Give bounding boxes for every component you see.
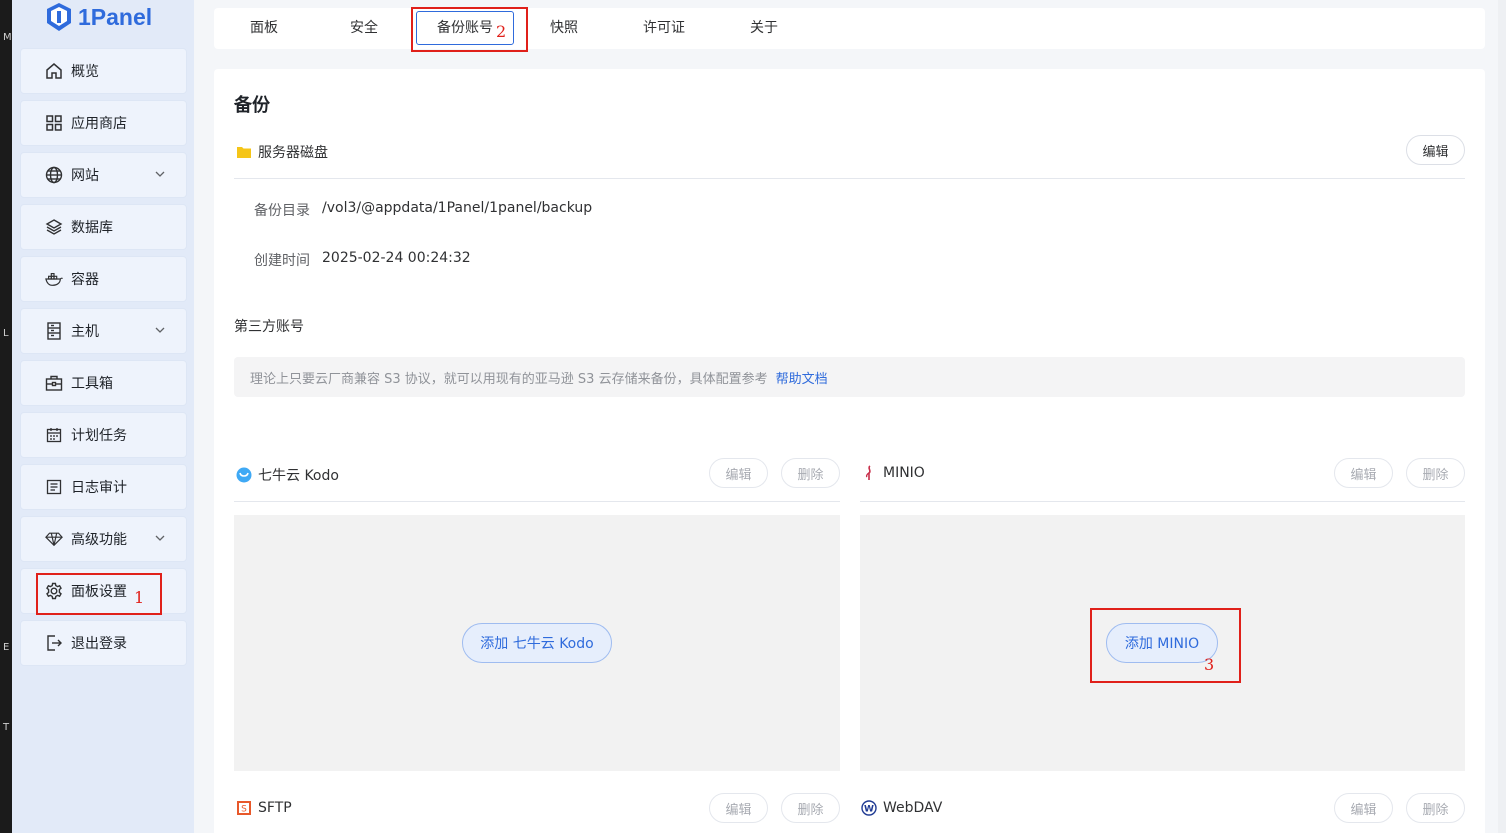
folder-icon	[236, 144, 252, 160]
sidebar-item-cron-jobs[interactable]: 计划任务	[20, 412, 187, 458]
logo-text: 1Panel	[78, 3, 153, 30]
server-icon	[45, 322, 63, 340]
webdav-delete-button[interactable]: 删除	[1406, 793, 1465, 823]
sidebar-item-toolbox[interactable]: 工具箱	[20, 360, 187, 406]
sidebar-item-app-store[interactable]: 应用商店	[20, 100, 187, 146]
server-disk-edit-button[interactable]: 编辑	[1406, 135, 1465, 165]
chevron-down-icon	[154, 532, 166, 548]
kodo-delete-button[interactable]: 删除	[781, 458, 840, 488]
strip-char: E	[3, 642, 10, 653]
sidebar-item-label: 概览	[71, 64, 99, 80]
annotation-box	[411, 7, 528, 52]
notice-text: 理论上只要云厂商兼容 S3 协议，就可以用现有的亚马逊 S3 云存储来备份，具体…	[250, 371, 768, 387]
sidebar-item-logout[interactable]: 退出登录	[20, 620, 187, 666]
webdav-edit-button[interactable]: 编辑	[1334, 793, 1393, 823]
logo[interactable]: 1Panel	[46, 0, 152, 34]
divider	[234, 178, 1465, 179]
sidebar-item-label: 网站	[71, 168, 99, 184]
minio-delete-button[interactable]: 删除	[1406, 458, 1465, 488]
sidebar-item-host[interactable]: 主机	[20, 308, 187, 354]
sidebar-item-label: 日志审计	[71, 480, 127, 496]
layers-icon	[45, 218, 63, 236]
sidebar-item-label: 容器	[71, 272, 99, 288]
sidebar-item-label: 工具箱	[71, 376, 113, 392]
created-time-label: 创建时间	[254, 253, 310, 269]
kodo-icon	[236, 467, 252, 483]
s3-notice: 理论上只要云厂商兼容 S3 协议，就可以用现有的亚马逊 S3 云存储来备份，具体…	[234, 357, 1465, 397]
sidebar-item-label: 计划任务	[71, 428, 127, 444]
strip-char: M	[3, 32, 12, 43]
sidebar-item-website[interactable]: 网站	[20, 152, 187, 198]
globe-icon	[45, 166, 63, 184]
backup-card: 备份 服务器磁盘 编辑 备份目录 /vol3/@appdata/1Panel/1…	[214, 69, 1485, 833]
tab-about[interactable]: 关于	[750, 8, 778, 49]
server-disk-name: 服务器磁盘	[258, 145, 328, 161]
home-icon	[45, 62, 63, 80]
kodo-empty-panel: 添加 七牛云 Kodo	[234, 515, 840, 771]
minio-icon	[861, 465, 877, 481]
annotation-label: 2	[496, 22, 507, 41]
minio-edit-button[interactable]: 编辑	[1334, 458, 1393, 488]
chevron-down-icon	[154, 324, 166, 340]
webdav-icon: W	[861, 800, 877, 816]
server-disk-header: 服务器磁盘	[236, 142, 328, 162]
sidebar-item-log-audit[interactable]: 日志审计	[20, 464, 187, 510]
divider	[234, 501, 840, 502]
logout-icon	[45, 634, 63, 652]
kodo-edit-button[interactable]: 编辑	[709, 458, 768, 488]
left-window-strip: M L E T	[0, 0, 12, 833]
strip-char: L	[3, 328, 9, 339]
tab-panel[interactable]: 面板	[250, 8, 278, 49]
settings-tabbar: 面板 安全 备份账号 快照 许可证 关于	[214, 8, 1485, 49]
svg-text:W: W	[864, 805, 874, 815]
sidebar-item-label: 数据库	[71, 220, 113, 236]
sidebar-item-container[interactable]: 容器	[20, 256, 187, 302]
strip-char: T	[3, 722, 10, 733]
backup-dir-label: 备份目录	[254, 203, 310, 219]
minio-name: MINIO	[883, 465, 925, 481]
sftp-icon: S	[236, 800, 252, 816]
divider	[860, 501, 1465, 502]
add-kodo-button[interactable]: 添加 七牛云 Kodo	[462, 623, 612, 663]
webdav-name: WebDAV	[883, 800, 943, 816]
webdav-header: W WebDAV	[861, 800, 942, 816]
sidebar-item-label: 退出登录	[71, 636, 127, 652]
sidebar-item-database[interactable]: 数据库	[20, 204, 187, 250]
kodo-header: 七牛云 Kodo	[236, 465, 339, 485]
annotation-box	[1090, 608, 1241, 683]
sftp-header: S SFTP	[236, 800, 292, 816]
apps-icon	[45, 114, 63, 132]
sidebar-item-label: 主机	[71, 324, 99, 340]
log-icon	[45, 478, 63, 496]
tab-license[interactable]: 许可证	[643, 8, 685, 49]
sidebar: 1Panel 概览 应用商店 网站 数据库 容器 主机 工具箱 计划任务 日志审…	[12, 0, 194, 833]
main-content: 面板 安全 备份账号 快照 许可证 关于 2 备份 服务器磁盘 编辑 备份目录 …	[194, 0, 1506, 833]
sidebar-item-label: 高级功能	[71, 532, 127, 548]
toolbox-icon	[45, 374, 63, 392]
calendar-icon	[45, 426, 63, 444]
help-docs-link[interactable]: 帮助文档	[776, 368, 828, 387]
chevron-down-icon	[154, 168, 166, 184]
tab-security[interactable]: 安全	[350, 8, 378, 49]
kodo-name: 七牛云 Kodo	[258, 468, 339, 484]
docker-icon	[45, 270, 63, 288]
sftp-edit-button[interactable]: 编辑	[709, 793, 768, 823]
diamond-icon	[45, 530, 63, 548]
logo-shield-icon	[47, 3, 71, 31]
sftp-name: SFTP	[258, 800, 292, 816]
created-time-value: 2025-02-24 00:24:32	[322, 250, 471, 266]
sftp-delete-button[interactable]: 删除	[781, 793, 840, 823]
tab-snapshot[interactable]: 快照	[550, 8, 578, 49]
svg-text:S: S	[241, 805, 247, 815]
annotation-label: 3	[1204, 655, 1215, 674]
minio-header: MINIO	[861, 465, 925, 481]
backup-dir-value: /vol3/@appdata/1Panel/1panel/backup	[322, 200, 593, 216]
third-party-title: 第三方账号	[234, 319, 304, 335]
sidebar-item-advanced[interactable]: 高级功能	[20, 516, 187, 562]
sidebar-item-label: 应用商店	[71, 116, 127, 132]
sidebar-item-overview[interactable]: 概览	[20, 48, 187, 94]
annotation-label: 1	[134, 588, 145, 607]
page-title: 备份	[234, 95, 270, 116]
page-scrollbar[interactable]	[1498, 0, 1506, 833]
